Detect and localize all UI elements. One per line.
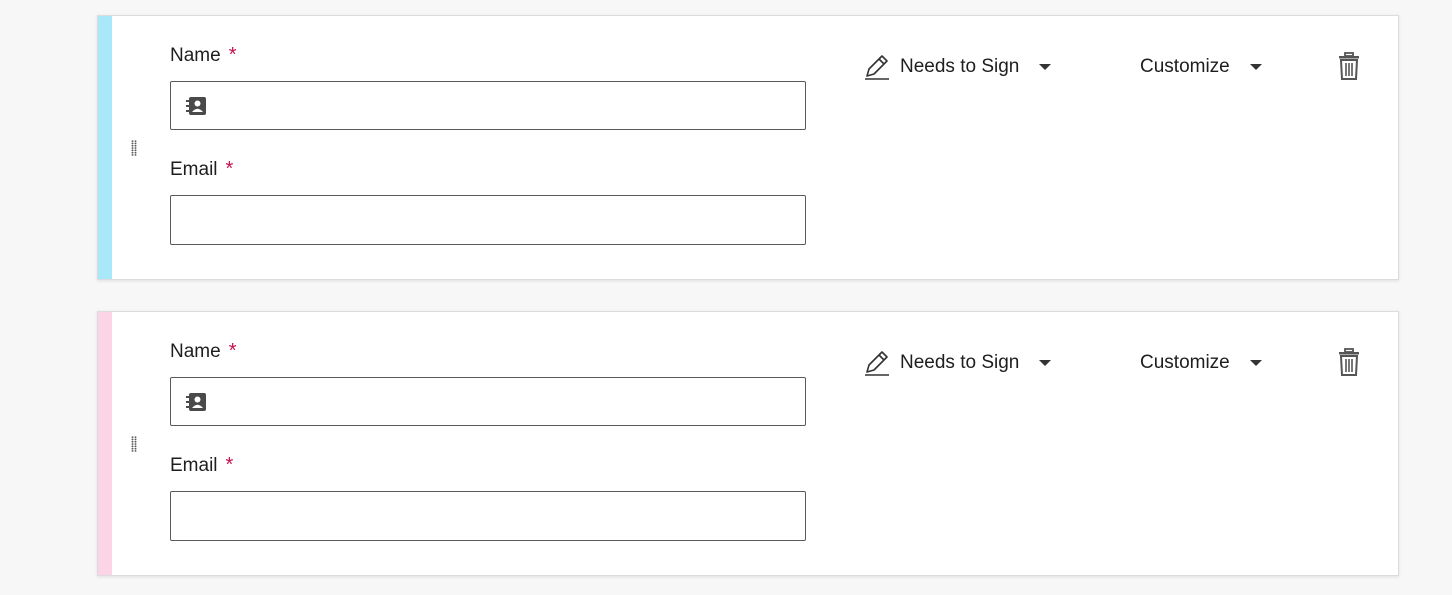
role-label: Needs to Sign: [900, 56, 1020, 77]
required-asterisk: *: [228, 340, 237, 362]
caret-down-icon: [1249, 64, 1262, 70]
trash-icon[interactable]: [1338, 52, 1360, 80]
name-label-text: Name: [170, 45, 221, 66]
name-label: Name *: [170, 340, 236, 363]
drag-handle-icon[interactable]: [131, 436, 137, 452]
name-label: Name *: [170, 44, 236, 67]
contact-card-icon[interactable]: [185, 392, 207, 412]
customize-dropdown[interactable]: Customize: [1140, 348, 1262, 378]
caret-down-icon: [1039, 64, 1052, 70]
role-dropdown[interactable]: Needs to Sign: [864, 348, 1052, 378]
required-asterisk: *: [228, 44, 237, 66]
email-label: Email *: [170, 158, 233, 181]
name-input[interactable]: [170, 81, 806, 130]
email-label-text: Email: [170, 159, 218, 180]
recipient-color-stripe: [98, 312, 112, 575]
recipient-color-stripe: [98, 16, 112, 279]
email-input[interactable]: [170, 491, 806, 541]
required-asterisk: *: [225, 158, 234, 180]
customize-label: Customize: [1140, 56, 1230, 77]
caret-down-icon: [1039, 360, 1052, 366]
contact-card-icon[interactable]: [185, 96, 207, 116]
recipient-card: Name * Email * Needs to Sign Customize: [97, 311, 1399, 576]
email-input[interactable]: [170, 195, 806, 245]
drag-handle-icon[interactable]: [131, 140, 137, 156]
name-label-text: Name: [170, 341, 221, 362]
role-dropdown[interactable]: Needs to Sign: [864, 52, 1052, 82]
email-label-text: Email: [170, 455, 218, 476]
required-asterisk: *: [225, 454, 234, 476]
pen-icon: [865, 351, 889, 376]
name-input[interactable]: [170, 377, 806, 426]
caret-down-icon: [1249, 360, 1262, 366]
pen-icon: [865, 55, 889, 80]
trash-icon[interactable]: [1338, 348, 1360, 376]
customize-label: Customize: [1140, 352, 1230, 373]
role-label: Needs to Sign: [900, 352, 1020, 373]
email-label: Email *: [170, 454, 233, 477]
recipient-card: Name * Email * Needs to Sign Customize: [97, 15, 1399, 280]
customize-dropdown[interactable]: Customize: [1140, 52, 1262, 82]
